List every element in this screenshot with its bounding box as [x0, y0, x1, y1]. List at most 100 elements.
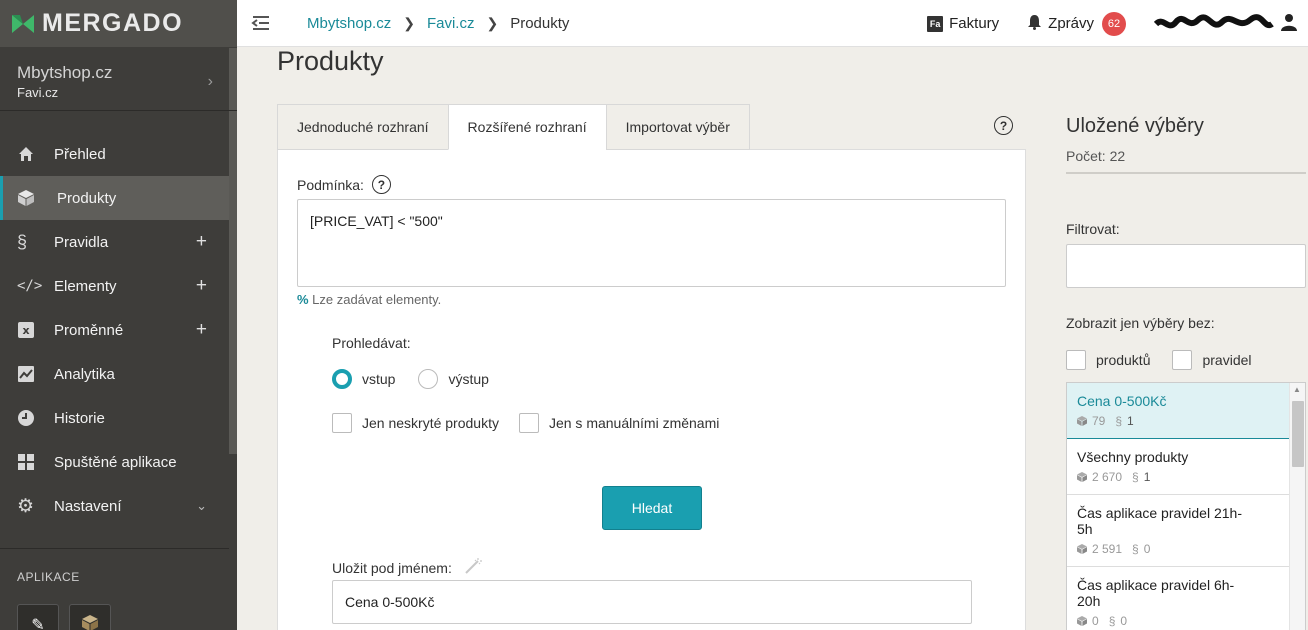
breadcrumb-shop[interactable]: Mbytshop.cz: [307, 15, 391, 32]
list-item[interactable]: Všechny produkty 2 670 § 1: [1067, 439, 1289, 495]
list-item[interactable]: Čas aplikace pravidel 6h-20h 0 § 0: [1067, 567, 1289, 630]
breadcrumb-project[interactable]: Favi.cz: [427, 15, 475, 32]
condition-label: Podmínka: ?: [297, 175, 391, 194]
sidebar-item-label: Produkty: [57, 189, 117, 207]
section-icon: §: [1132, 542, 1139, 556]
product-count: 79: [1092, 414, 1106, 428]
app-tile-rocket[interactable]: ✎: [17, 604, 59, 630]
scroll-thumb[interactable]: [1292, 401, 1304, 467]
help-icon[interactable]: ?: [994, 116, 1013, 135]
box-icon: [81, 614, 99, 630]
selection-meta: 2 670 § 1: [1077, 470, 1279, 494]
save-name-label: Uložit pod jménem:: [332, 557, 482, 578]
invoices-label: Faktury: [949, 15, 1000, 32]
filter-label: Filtrovat:: [1066, 221, 1120, 237]
rule-count: 0: [1120, 614, 1128, 628]
selection-name: Všechny produkty: [1077, 449, 1189, 465]
rule-count: 0: [1143, 542, 1151, 556]
search-in-radio-group: vstup výstup: [332, 369, 512, 389]
selection-meta: 79 § 1: [1077, 414, 1279, 438]
code-icon: </>: [17, 278, 43, 294]
section-icon: §: [1108, 614, 1116, 628]
user-menu[interactable]: [1154, 13, 1298, 35]
tab-simple[interactable]: Jednoduché rozhraní: [277, 104, 448, 150]
save-name-label-text: Uložit pod jménem:: [332, 559, 452, 576]
sidebar-item-promenne[interactable]: x Proměnné +: [0, 308, 229, 352]
only-without-label: Zobrazit jen výběry bez:: [1066, 315, 1215, 331]
page-title: Produkty: [277, 46, 384, 76]
radio-input[interactable]: [332, 369, 352, 389]
checkbox-unhidden[interactable]: [332, 413, 352, 433]
sidebar-item-analytika[interactable]: Analytika: [0, 352, 229, 396]
plus-icon[interactable]: +: [196, 231, 207, 253]
checkbox-without-rules-label[interactable]: pravidel: [1202, 352, 1251, 368]
rule-count: 1: [1143, 470, 1151, 484]
section-icon: §: [1115, 414, 1123, 428]
elements-hint: % Lze zadávat elementy.: [297, 292, 441, 307]
breadcrumb-separator-icon: ❯: [486, 14, 499, 31]
cube-icon: [1077, 472, 1087, 482]
checkbox-manual-changes[interactable]: [518, 413, 539, 433]
breadcrumb-separator-icon: ❯: [403, 14, 415, 31]
product-count: 0: [1092, 614, 1099, 628]
section-icon: §: [1132, 470, 1139, 484]
sidebar-item-elementy[interactable]: </> Elementy +: [0, 264, 229, 308]
tab-import[interactable]: Importovat výběr: [605, 104, 750, 150]
shop-switcher[interactable]: Mbytshop.cz Favi.cz ›: [0, 47, 237, 111]
cube-icon: [1077, 544, 1087, 554]
checkbox-without-products[interactable]: [1066, 350, 1086, 370]
messages-link[interactable]: Zprávy 62: [1027, 11, 1126, 36]
sidebar-item-produkty[interactable]: Produkty: [0, 176, 229, 220]
gear-icon: ⚙: [17, 495, 35, 517]
condition-label-text: Podmínka:: [297, 176, 364, 193]
chart-icon: [0, 365, 54, 383]
plus-icon[interactable]: +: [196, 319, 207, 341]
selection-name: Čas aplikace pravidel 21h-5h: [1077, 505, 1242, 537]
radio-output[interactable]: [418, 369, 439, 389]
sidebar-item-label: Proměnné: [54, 321, 124, 339]
collapse-sidebar-button[interactable]: [237, 15, 285, 31]
percent-icon: %: [297, 292, 309, 307]
cube-icon: [3, 189, 57, 207]
sidebar-item-nastaveni[interactable]: ⚙ Nastavení ⌄: [0, 484, 229, 528]
checkbox-manual-changes-label[interactable]: Jen s manuálními změnami: [549, 415, 719, 431]
sidebar-item-historie[interactable]: Historie: [0, 396, 229, 440]
condition-input[interactable]: [297, 199, 1006, 287]
sidebar-nav: Přehled Produkty § Pravidla + </> Elemen…: [0, 132, 237, 528]
sidebar-item-prehled[interactable]: Přehled: [0, 132, 229, 176]
sidebar-item-label: Pravidla: [54, 233, 109, 251]
sidebar-item-label: Nastavení: [54, 497, 122, 515]
chevron-down-icon[interactable]: ⌄: [196, 498, 207, 514]
sidebar-item-spustene-aplikace[interactable]: Spuštěné aplikace: [0, 440, 229, 484]
saved-selections-count: Počet: 22: [1066, 148, 1126, 164]
help-icon[interactable]: ?: [371, 175, 391, 194]
filter-checkboxes: Jen neskryté produkty Jen s manuálními z…: [332, 413, 739, 433]
tab-advanced[interactable]: Rozšířené rozhraní: [447, 104, 606, 150]
save-name-input[interactable]: [332, 580, 972, 624]
magic-wand-icon[interactable]: [464, 557, 482, 578]
shop-subname: Favi.cz: [17, 85, 59, 100]
rule-count: 1: [1127, 414, 1134, 428]
radio-output-label[interactable]: výstup: [448, 371, 488, 387]
checkbox-without-products-label[interactable]: produktů: [1096, 352, 1150, 368]
redacted-username: [1154, 13, 1274, 28]
scroll-up-icon[interactable]: ▲: [1293, 385, 1301, 394]
filter-input[interactable]: [1066, 244, 1306, 288]
list-scrollbar[interactable]: ▲: [1289, 383, 1305, 630]
search-in-label: Prohledávat:: [332, 335, 411, 351]
clock-icon: [0, 409, 54, 427]
list-item[interactable]: Čas aplikace pravidel 21h-5h 2 591 § 0: [1067, 495, 1289, 567]
checkbox-without-rules[interactable]: [1172, 350, 1193, 370]
checkbox-unhidden-label[interactable]: Jen neskryté produkty: [362, 415, 499, 431]
invoices-link[interactable]: Fa Faktury: [927, 15, 999, 32]
plus-icon[interactable]: +: [196, 275, 207, 297]
search-button[interactable]: Hledat: [602, 486, 702, 530]
sidebar-item-label: Přehled: [54, 145, 106, 163]
list-item[interactable]: Cena 0-500Kč 79 § 1: [1067, 383, 1289, 439]
logo[interactable]: MERGADO: [0, 0, 237, 47]
mergado-logo-icon: [12, 13, 34, 35]
sidebar: MERGADO Mbytshop.cz Favi.cz › Přehled Pr…: [0, 0, 237, 630]
app-tile-box[interactable]: [69, 604, 111, 630]
sidebar-item-pravidla[interactable]: § Pravidla +: [0, 220, 229, 264]
radio-input-label[interactable]: vstup: [362, 371, 395, 387]
